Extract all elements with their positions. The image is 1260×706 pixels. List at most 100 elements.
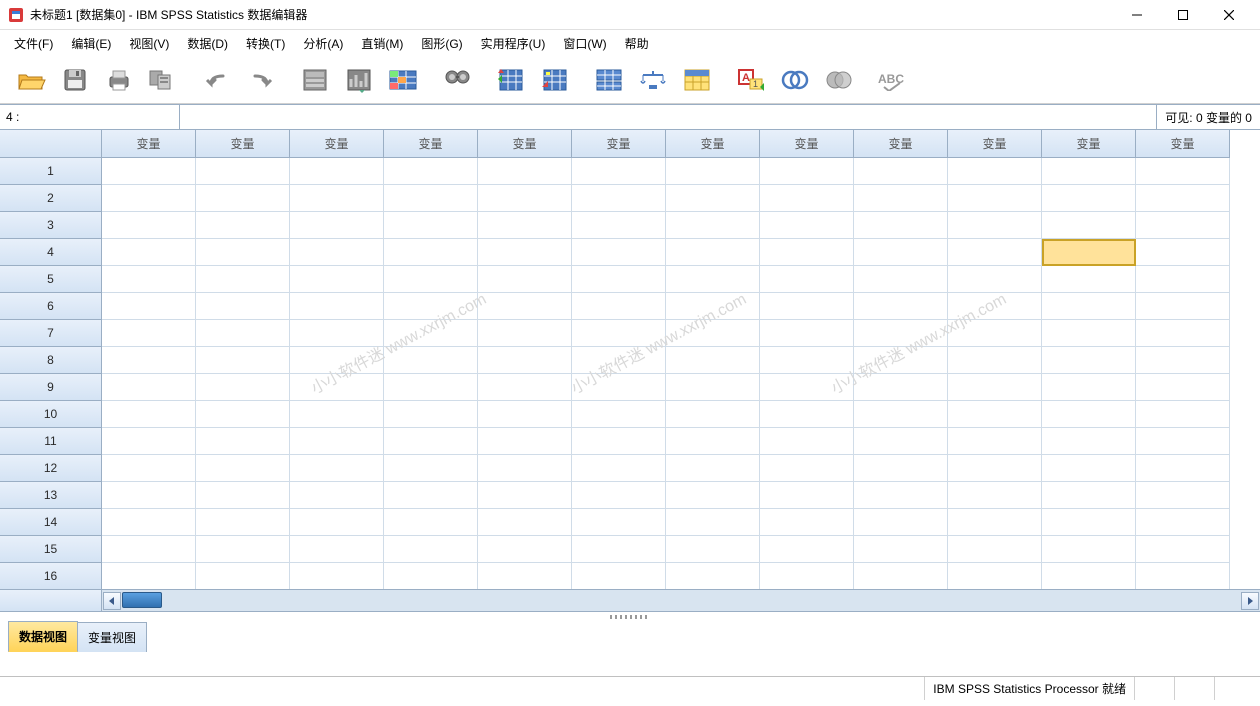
- maximize-button[interactable]: [1160, 0, 1206, 30]
- grid-cell[interactable]: [196, 563, 290, 590]
- grid-cell[interactable]: [572, 374, 666, 401]
- menu-data[interactable]: 数据(D): [179, 32, 236, 55]
- scroll-thumb[interactable]: [122, 592, 162, 608]
- grid-cell[interactable]: [948, 536, 1042, 563]
- grid-cell[interactable]: [1042, 347, 1136, 374]
- grid-cell[interactable]: [384, 536, 478, 563]
- row-header[interactable]: 10: [0, 401, 102, 428]
- grid-cell[interactable]: [1136, 293, 1230, 320]
- minimize-button[interactable]: [1114, 0, 1160, 30]
- grid-cell[interactable]: [854, 212, 948, 239]
- grid-cell[interactable]: [196, 482, 290, 509]
- row-header[interactable]: 8: [0, 347, 102, 374]
- row-header[interactable]: 5: [0, 266, 102, 293]
- row-header[interactable]: 6: [0, 293, 102, 320]
- grid-cell[interactable]: [384, 266, 478, 293]
- cell-value-input[interactable]: [180, 105, 1156, 129]
- menu-window[interactable]: 窗口(W): [555, 32, 614, 55]
- grid-cell[interactable]: [102, 185, 196, 212]
- grid-cell[interactable]: [854, 266, 948, 293]
- grid-cell[interactable]: [1136, 509, 1230, 536]
- grid-cell[interactable]: [854, 536, 948, 563]
- grid-cell[interactable]: [196, 293, 290, 320]
- row-header[interactable]: 13: [0, 482, 102, 509]
- grid-cell[interactable]: [1136, 158, 1230, 185]
- row-header[interactable]: 12: [0, 455, 102, 482]
- grid-cell[interactable]: [760, 185, 854, 212]
- grid-cell[interactable]: [290, 482, 384, 509]
- grid-cell[interactable]: [854, 374, 948, 401]
- row-header[interactable]: 7: [0, 320, 102, 347]
- grid-cell[interactable]: [290, 239, 384, 266]
- grid-cell[interactable]: [478, 266, 572, 293]
- grid-cell[interactable]: [666, 266, 760, 293]
- grid-cell[interactable]: [478, 401, 572, 428]
- grid-cell[interactable]: [572, 185, 666, 212]
- column-header[interactable]: 变量: [572, 130, 666, 158]
- menu-file[interactable]: 文件(F): [6, 32, 61, 55]
- grid-cell[interactable]: [102, 158, 196, 185]
- goto-variable-button[interactable]: [338, 61, 380, 99]
- row-header[interactable]: 14: [0, 509, 102, 536]
- grid-cell[interactable]: [948, 428, 1042, 455]
- grid-cell[interactable]: [572, 482, 666, 509]
- grid-cell[interactable]: [384, 509, 478, 536]
- grid-cell[interactable]: [854, 239, 948, 266]
- spellcheck-button[interactable]: ABC: [872, 61, 914, 99]
- grid-cell[interactable]: [384, 455, 478, 482]
- row-header[interactable]: 2: [0, 185, 102, 212]
- grid-cell[interactable]: [478, 509, 572, 536]
- grid-cell[interactable]: [478, 185, 572, 212]
- grid-cell[interactable]: [854, 320, 948, 347]
- grid-cell[interactable]: [1042, 266, 1136, 293]
- grid-cell[interactable]: [478, 482, 572, 509]
- grid-cell[interactable]: [102, 212, 196, 239]
- grid-cell[interactable]: [572, 563, 666, 590]
- grid-cell[interactable]: [666, 239, 760, 266]
- grid-cell[interactable]: [384, 293, 478, 320]
- grid-cell[interactable]: [384, 374, 478, 401]
- grid-cell[interactable]: [666, 482, 760, 509]
- grid-cell[interactable]: [572, 158, 666, 185]
- menu-edit[interactable]: 编辑(E): [63, 32, 119, 55]
- grid-cell[interactable]: [572, 428, 666, 455]
- grid-cell[interactable]: [384, 401, 478, 428]
- grid-cell[interactable]: [760, 239, 854, 266]
- grid-cell[interactable]: [948, 563, 1042, 590]
- grid-cell[interactable]: [948, 158, 1042, 185]
- column-header[interactable]: 变量: [290, 130, 384, 158]
- grid-cell[interactable]: [948, 293, 1042, 320]
- grid-cell[interactable]: [290, 212, 384, 239]
- grid-cell[interactable]: [1042, 239, 1136, 266]
- grid-cell[interactable]: [572, 266, 666, 293]
- grid-cell[interactable]: [290, 320, 384, 347]
- grid-cell[interactable]: [1136, 536, 1230, 563]
- grid-cell[interactable]: [384, 428, 478, 455]
- grid-cell[interactable]: [666, 347, 760, 374]
- use-sets-button[interactable]: [774, 61, 816, 99]
- variables-button[interactable]: [382, 61, 424, 99]
- grid-cell[interactable]: [854, 482, 948, 509]
- grid-cell[interactable]: [948, 320, 1042, 347]
- cell-reference-display[interactable]: 4 :: [0, 105, 180, 129]
- grid-cell[interactable]: [854, 455, 948, 482]
- column-header[interactable]: 变量: [384, 130, 478, 158]
- row-header[interactable]: 4: [0, 239, 102, 266]
- grid-cell[interactable]: [196, 266, 290, 293]
- grid-cell[interactable]: [384, 158, 478, 185]
- menu-direct[interactable]: 直销(M): [353, 32, 411, 55]
- grid-cell[interactable]: [102, 509, 196, 536]
- grid-cell[interactable]: [478, 158, 572, 185]
- grid-cell[interactable]: [760, 158, 854, 185]
- grid-cell[interactable]: [666, 293, 760, 320]
- grid-cell[interactable]: [290, 266, 384, 293]
- column-header[interactable]: 变量: [666, 130, 760, 158]
- grid-cell[interactable]: [196, 158, 290, 185]
- value-labels-button[interactable]: A1: [730, 61, 772, 99]
- grid-cell[interactable]: [1136, 320, 1230, 347]
- row-header[interactable]: 11: [0, 428, 102, 455]
- grid-cell[interactable]: [384, 185, 478, 212]
- grid-cell[interactable]: [196, 455, 290, 482]
- grid-cell[interactable]: [572, 536, 666, 563]
- grid-cell[interactable]: [290, 563, 384, 590]
